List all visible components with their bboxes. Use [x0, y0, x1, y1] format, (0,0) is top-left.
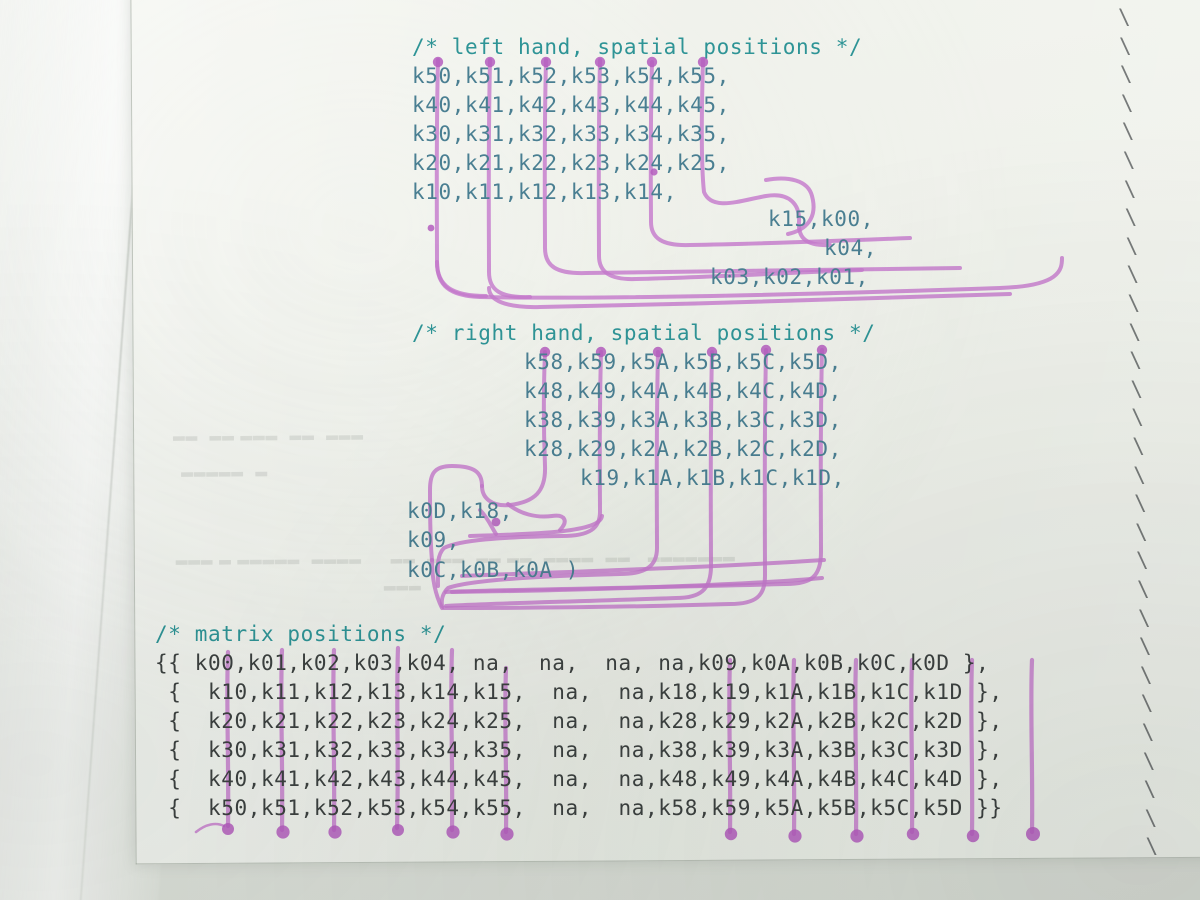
line-continuation-backslash: \ [1134, 491, 1148, 516]
photo-canvas: ▂▂ ▂▂ ▂▂▂ ▂▂ ▂▂▂ ▂▂▂▂▂ ▂ ▂▂▂ ▂ ▂▂▂▂▂ ▂▂▂… [0, 0, 1200, 900]
line-continuation-backslash: \ [1118, 5, 1132, 29]
matrix-comment: /* matrix positions */ [155, 622, 447, 646]
matrix-row-4: { k40,k41,k42,k43,k44,k45, na, na,k48,k4… [155, 767, 1003, 791]
line-continuation-backslash: \ [1128, 319, 1142, 344]
line-continuation-backslash: \ [1142, 748, 1156, 773]
line-continuation-backslash: \ [1133, 462, 1147, 487]
line-continuation-backslash: \ [1126, 262, 1140, 287]
line-continuation-backslash: \ [1132, 434, 1146, 458]
line-continuation-backslash: \ [1144, 805, 1158, 830]
line-continuation-backslash: \ [1123, 176, 1137, 201]
right-hand-comment: /* right hand, spatial positions */ [412, 321, 876, 345]
left-hand-row-0: k50,k51,k52,k53,k54,k55, [412, 64, 730, 88]
line-continuation-backslash: \ [1121, 119, 1136, 144]
line-continuation-backslash: \ [1127, 291, 1141, 315]
line-continuation-backslash: \ [1118, 33, 1133, 58]
right-thumb-row-0: k0D,k18, [407, 499, 513, 523]
matrix-row-1: { k10,k11,k12,k13,k14,k15, na, na,k18,k1… [155, 680, 1003, 704]
line-continuation-backslash: \ [1137, 605, 1152, 630]
code-layer: /* left hand, spatial positions */ k50,k… [0, 0, 1200, 900]
right-thumb-row-1: k09, [407, 528, 460, 552]
left-hand-row-1: k40,k41,k42,k43,k44,k45, [412, 93, 730, 117]
left-hand-comment: /* left hand, spatial positions */ [412, 35, 863, 59]
matrix-row-3: { k30,k31,k32,k33,k34,k35, na, na,k38,k3… [155, 738, 1003, 762]
line-continuation-backslash: \ [1141, 720, 1155, 744]
line-continuation-backslash: \ [1139, 662, 1154, 687]
left-thumb-row-0: k15,k00, [768, 207, 874, 231]
line-continuation-backslash: \ [1143, 777, 1157, 802]
right-hand-row-1: k48,k49,k4A,k4B,k4C,k4D, [524, 379, 842, 403]
right-hand-row-4: k19,k1A,k1B,k1C,k1D, [580, 466, 845, 490]
line-continuation-backslash: \ [1137, 577, 1151, 601]
left-hand-row-3: k20,k21,k22,k23,k24,k25, [412, 151, 730, 175]
line-continuation-backslash: \ [1138, 634, 1153, 659]
left-thumb-row-2: k03,k02,k01, [710, 265, 869, 289]
line-continuation-backslash: \ [1124, 205, 1138, 230]
line-continuation-backslash: \ [1130, 376, 1144, 401]
right-hand-row-0: k58,k59,k5A,k5B,k5C,k5D, [524, 350, 842, 374]
line-continuation-backslash: \ [1140, 691, 1155, 716]
right-hand-row-3: k28,k29,k2A,k2B,k2C,k2D, [524, 437, 842, 461]
matrix-row-0: {{ k00,k01,k02,k03,k04, na, na, na, na,k… [155, 651, 990, 675]
matrix-row-5: { k50,k51,k52,k53,k54,k55, na, na,k58,k5… [155, 796, 1003, 820]
left-hand-row-2: k30,k31,k32,k33,k34,k35, [412, 122, 730, 146]
line-continuation-backslash: \ [1120, 90, 1135, 115]
left-thumb-row-1: k04, [824, 236, 877, 260]
line-continuation-backslash: \ [1131, 405, 1145, 430]
line-continuation-backslash: \ [1136, 548, 1150, 573]
right-thumb-row-2: k0C,k0B,k0A ) [407, 558, 580, 582]
right-hand-row-2: k38,k39,k3A,k3B,k3C,k3D, [524, 408, 842, 432]
line-continuation-backslash: \ [1135, 519, 1149, 544]
line-continuation-backslash: \ [1129, 348, 1143, 373]
left-hand-row-4: k10,k11,k12,k13,k14, [412, 180, 677, 204]
line-continuation-backslash: \ [1122, 148, 1136, 172]
line-continuation-backslash: \ [1119, 62, 1134, 87]
line-continuation-backslash: \ [1125, 233, 1139, 258]
line-continuation-backslash: \ [1145, 834, 1159, 859]
matrix-row-2: { k20,k21,k22,k23,k24,k25, na, na,k28,k2… [155, 709, 1003, 733]
